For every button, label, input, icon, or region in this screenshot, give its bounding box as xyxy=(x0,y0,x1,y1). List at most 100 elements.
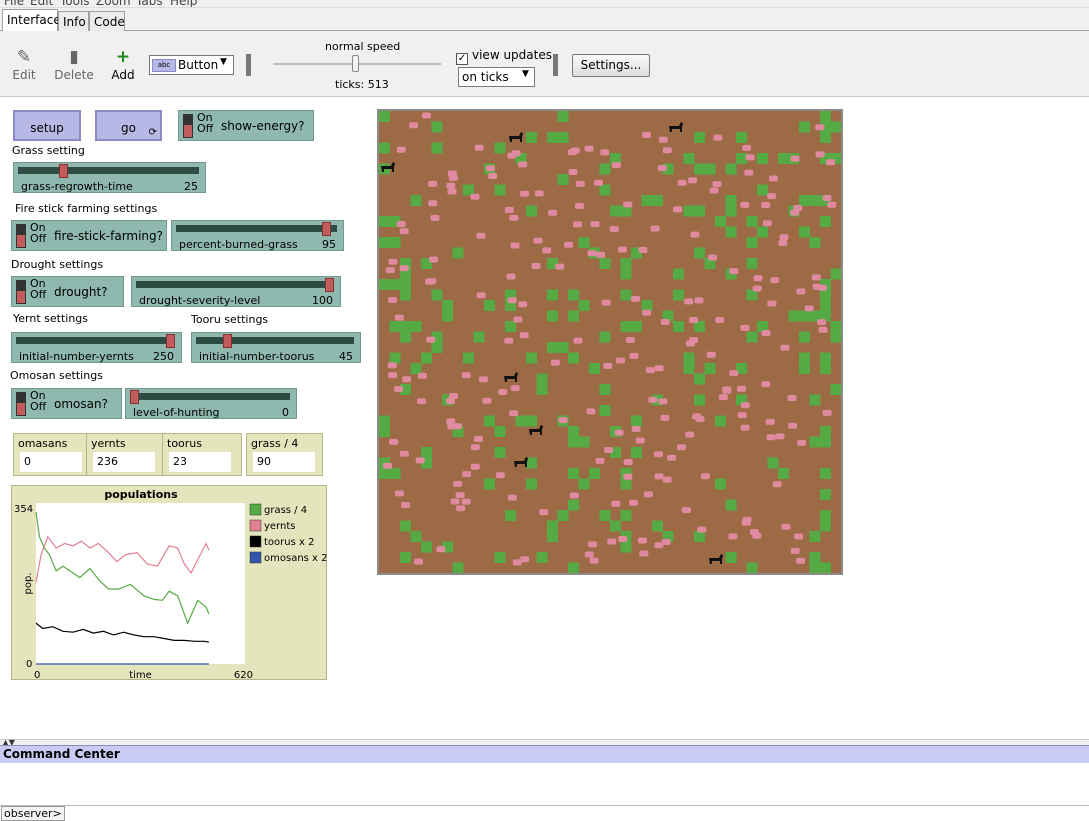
slider-thumb[interactable] xyxy=(321,222,331,236)
pencil-icon: ✎ xyxy=(16,47,32,67)
yernt-sheep xyxy=(495,472,505,479)
grass-patch xyxy=(547,310,558,322)
menu-edit[interactable]: Edit xyxy=(30,0,53,7)
grass-patch xyxy=(379,468,390,479)
slider-thumb[interactable] xyxy=(59,164,69,178)
tooru-settings-label: Tooru settings xyxy=(191,313,269,326)
grass-patch xyxy=(568,310,579,322)
yernt-sheep xyxy=(485,165,495,172)
grass-patch xyxy=(599,258,611,269)
percent-burned-slider[interactable]: percent-burned-grass 95 xyxy=(171,220,344,251)
tab-code[interactable]: Code xyxy=(89,11,125,31)
yernt-sheep xyxy=(588,541,598,548)
speed-slider-thumb[interactable] xyxy=(352,55,359,72)
yernt-sheep xyxy=(662,147,672,154)
initial-yernts-slider[interactable]: initial-number-yernts 250 xyxy=(11,332,182,363)
initial-toorus-slider[interactable]: initial-number-toorus 45 xyxy=(191,332,361,363)
yernt-sheep xyxy=(428,180,438,187)
yernt-sheep xyxy=(567,149,577,156)
slider-thumb[interactable] xyxy=(130,390,139,404)
yernt-sheep xyxy=(623,459,633,466)
yernt-sheep xyxy=(662,476,672,483)
yernt-sheep xyxy=(470,193,480,200)
tab-interface[interactable]: Interface xyxy=(2,9,61,32)
grass-patch xyxy=(578,478,590,490)
update-mode-value: on ticks xyxy=(462,70,509,84)
grass-patch xyxy=(694,205,705,217)
menu-tools[interactable]: Tools xyxy=(60,0,90,7)
toolbar-separator xyxy=(553,54,558,76)
widget-type-select[interactable]: abc Button ▼ xyxy=(149,55,234,75)
grass-patch xyxy=(484,300,495,311)
delete-button[interactable]: ▮ Delete xyxy=(54,46,94,82)
grass-patch xyxy=(547,531,558,542)
grass-regrowth-slider[interactable]: grass-regrowth-time 25 xyxy=(13,162,206,193)
grass-patch xyxy=(515,415,527,427)
slider-thumb[interactable] xyxy=(325,278,334,292)
drought-severity-slider[interactable]: drought-severity-level 100 xyxy=(131,276,341,307)
switch-on-off-label: On Off xyxy=(30,221,47,245)
grass-patch xyxy=(568,352,579,364)
grass-patch xyxy=(547,289,558,301)
yernt-sheep xyxy=(513,316,523,323)
grass-patch xyxy=(809,531,821,542)
grass-patch xyxy=(431,342,443,353)
yernt-sheep xyxy=(446,418,456,425)
grass-patch xyxy=(568,426,579,437)
chart-title: populations xyxy=(104,488,178,501)
grass-patch xyxy=(757,153,768,164)
yernt-sheep xyxy=(609,225,619,232)
grass-patch xyxy=(694,163,705,175)
yernt-sheep xyxy=(767,300,777,307)
yernt-sheep xyxy=(564,241,574,248)
yernt-sheep xyxy=(815,151,825,158)
yernt-sheep xyxy=(476,232,486,239)
command-input[interactable] xyxy=(56,807,1086,820)
grass-patch xyxy=(620,289,632,301)
yernt-sheep xyxy=(761,330,771,337)
menu-help[interactable]: Help xyxy=(170,0,197,7)
switch-on-off-label: On Off xyxy=(30,277,47,301)
grass-patch xyxy=(820,363,831,374)
tab-info[interactable]: Info xyxy=(58,11,89,31)
edit-button[interactable]: ✎ Edit xyxy=(4,46,44,82)
update-mode-select[interactable]: on ticks ▼ xyxy=(458,67,535,87)
yernt-sheep xyxy=(827,201,837,208)
menu-file[interactable]: File xyxy=(4,0,24,7)
show-energy-switch[interactable]: On Off show-energy? xyxy=(178,110,314,141)
grass-patch xyxy=(725,163,737,175)
slider-value: 25 xyxy=(184,180,198,193)
drought-switch[interactable]: On Off drought? xyxy=(11,276,124,307)
go-button[interactable]: go ⟳ xyxy=(95,110,162,141)
slider-thumb[interactable] xyxy=(166,334,175,348)
yernt-sheep xyxy=(718,394,728,401)
yernt-sheep xyxy=(504,206,514,213)
yernt-sheep xyxy=(615,357,625,364)
world-view[interactable] xyxy=(377,109,843,575)
level-of-hunting-slider[interactable]: level-of-hunting 0 xyxy=(125,388,297,419)
setup-button[interactable]: setup xyxy=(13,110,81,141)
omosan-switch[interactable]: On Off omosan? xyxy=(11,388,122,419)
grass-patch xyxy=(620,510,632,521)
yernt-sheep xyxy=(642,131,652,138)
yernt-sheep xyxy=(740,424,750,431)
menu-zoom[interactable]: Zoom xyxy=(96,0,131,7)
grass-patch xyxy=(641,300,653,311)
fire-stick-farming-switch[interactable]: On Off fire-stick-farming? xyxy=(11,220,167,251)
world-canvas[interactable] xyxy=(379,111,842,574)
monitor-name: omasans xyxy=(18,437,68,450)
legend-swatch-0 xyxy=(249,503,262,516)
yernt-sheep xyxy=(394,386,404,393)
grass-patch xyxy=(820,216,831,227)
menu-tabs[interactable]: Tabs xyxy=(136,0,163,7)
add-button[interactable]: + Add xyxy=(103,46,143,82)
slider-thumb[interactable] xyxy=(222,334,232,348)
view-updates-checkbox[interactable]: ✓ view updates xyxy=(456,48,552,65)
grass-patch xyxy=(746,216,758,227)
yernt-sheep xyxy=(518,161,528,168)
grass-patch xyxy=(410,321,422,332)
settings-button[interactable]: Settings... xyxy=(572,54,650,77)
grass-patch xyxy=(389,321,401,332)
populations-plot: populations 354 0 0 620 time pop. grass / 4 yern… xyxy=(11,485,328,681)
grass-patch xyxy=(809,436,821,448)
